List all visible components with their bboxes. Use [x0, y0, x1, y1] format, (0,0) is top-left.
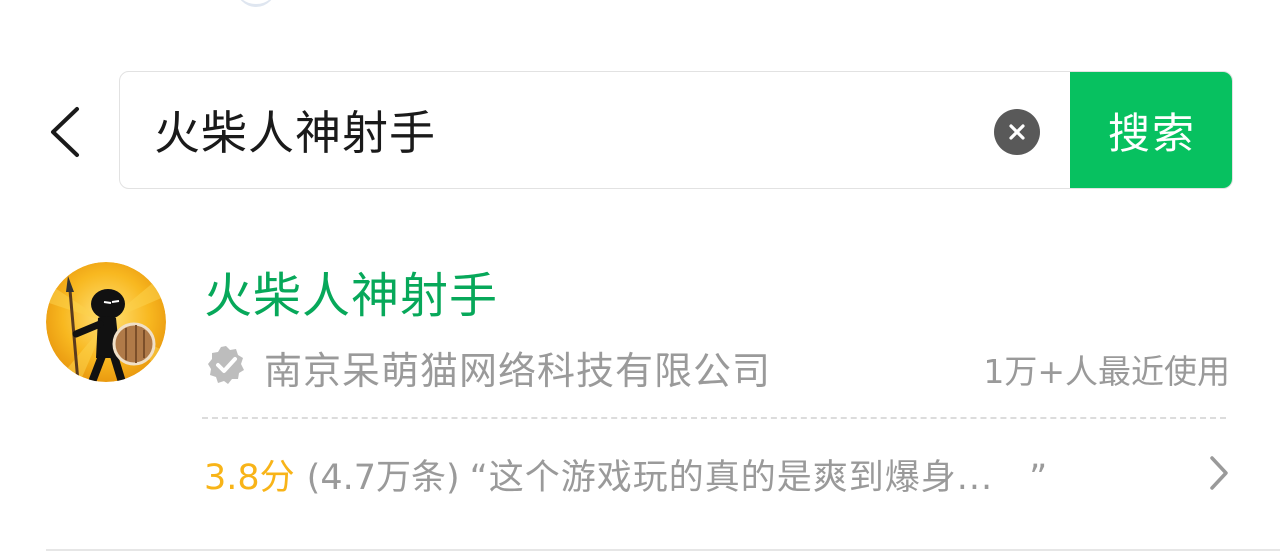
verified-badge-icon: [208, 346, 244, 384]
usage-count: 1万+人最近使用: [983, 352, 1230, 391]
review-count: (4.7万条): [306, 458, 460, 498]
divider: [202, 417, 1226, 419]
clear-search-button[interactable]: [994, 109, 1040, 155]
divider: [46, 549, 1280, 551]
search-input[interactable]: 火柴人神射手: [154, 72, 974, 188]
search-box[interactable]: 火柴人神射手 搜索: [119, 71, 1233, 189]
status-arc-decoration: [236, 0, 276, 7]
back-button[interactable]: [36, 96, 92, 168]
rating-row[interactable]: 3.8分 (4.7万条) “这个游戏玩的真的是爽到爆身... ”: [204, 449, 1048, 500]
review-quote: “这个游戏玩的真的是爽到爆身... ”: [469, 458, 1049, 498]
app-icon[interactable]: [46, 262, 166, 382]
rating-score: 3.8分: [204, 458, 295, 498]
chevron-right-icon[interactable]: [1204, 452, 1234, 494]
search-button[interactable]: 搜索: [1070, 72, 1232, 188]
chevron-left-icon: [51, 107, 79, 157]
app-title[interactable]: 火柴人神射手: [204, 256, 498, 326]
developer-name: 南京呆萌猫网络科技有限公司: [264, 349, 772, 393]
close-icon: [1009, 124, 1025, 140]
search-results-page: 火柴人神射手 搜索 火柴人神射手 南京呆萌猫网络科技有限公司 1万+人最近使用 …: [0, 0, 1280, 552]
